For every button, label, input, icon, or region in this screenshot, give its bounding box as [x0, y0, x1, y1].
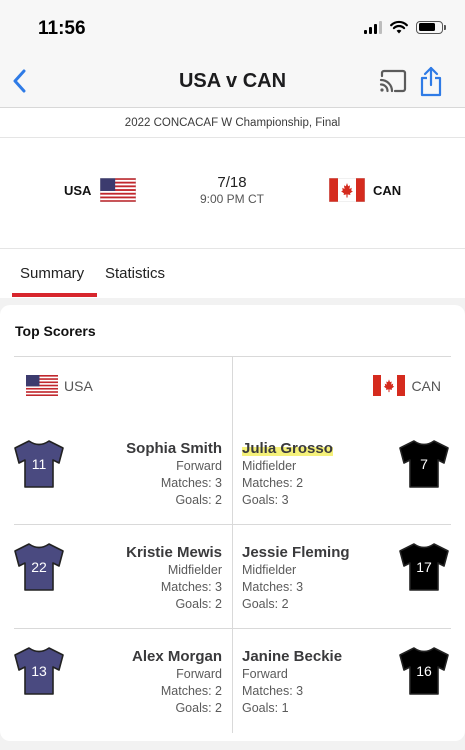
status-icons: [364, 20, 446, 34]
jersey-icon: 22: [13, 542, 65, 592]
home-team-header: USA: [26, 375, 93, 396]
competition-name: 2022 CONCACAF W Championship, Final: [0, 108, 465, 138]
active-tab-indicator: [12, 293, 97, 297]
cellular-signal-icon: [364, 20, 382, 34]
status-time: 11:56: [38, 18, 86, 39]
tab-summary[interactable]: Summary: [20, 265, 84, 282]
us-flag-icon: [100, 178, 136, 202]
player-name: Jessie Fleming: [242, 544, 350, 561]
us-flag-icon: [26, 375, 58, 396]
player-matches: Matches: 3: [160, 476, 222, 490]
cast-icon: [379, 69, 407, 93]
jersey-icon: 13: [13, 646, 65, 696]
player-goals: Goals: 2: [175, 701, 222, 715]
player-position: Midfielder: [242, 563, 297, 577]
player-card[interactable]: Jessie Fleming Midfielder Matches: 3 Goa…: [242, 544, 350, 613]
tab-bar: Summary Statistics: [0, 248, 465, 298]
player-goals: Goals: 2: [242, 597, 289, 611]
jersey-icon: 11: [13, 439, 65, 489]
player-card[interactable]: Alex Morgan Forward Matches: 2 Goals: 2: [132, 648, 222, 717]
player-name: Janine Beckie: [242, 648, 343, 665]
share-icon: [420, 66, 442, 97]
cast-button[interactable]: [378, 68, 408, 96]
away-team-name: CAN: [373, 183, 402, 198]
scorer-row: 11 Sophia Smith Forward Matches: 3 Goals…: [0, 421, 465, 525]
player-name: Alex Morgan: [131, 648, 222, 665]
canada-flag-icon: [329, 178, 365, 202]
player-goals: Goals: 2: [175, 597, 222, 611]
home-team-label: USA: [64, 377, 93, 394]
status-bar: 11:56: [0, 0, 465, 58]
share-button[interactable]: [418, 66, 444, 98]
match-time: 9:00 PM CT: [199, 192, 265, 206]
player-name: Julia Grosso: [242, 440, 333, 458]
navigation-bar: USA v CAN: [0, 58, 465, 108]
scorer-row: 22 Kristie Mewis Midfielder Matches: 3 G…: [0, 525, 465, 629]
away-team-header: CAN: [373, 375, 441, 396]
highlighted-name: Julia Grosso: [242, 440, 333, 457]
tab-statistics[interactable]: Statistics: [105, 265, 165, 282]
player-card[interactable]: Kristie Mewis Midfielder Matches: 3 Goal…: [126, 544, 222, 613]
top-scorers-title: Top Scorers: [15, 323, 96, 339]
match-date: 7/18: [217, 174, 247, 191]
match-header[interactable]: USA 7/18 9:00 PM CT CAN: [0, 138, 465, 248]
player-position: Forward: [176, 667, 222, 681]
canada-flag-icon: [373, 375, 406, 396]
wifi-icon: [390, 20, 408, 34]
scorer-row: 13 Alex Morgan Forward Matches: 2 Goals:…: [0, 629, 465, 733]
player-position: Forward: [176, 459, 222, 473]
jersey-icon: 17: [398, 542, 450, 592]
player-goals: Goals: 1: [242, 701, 289, 715]
player-position: Midfielder: [167, 563, 222, 577]
player-card[interactable]: Julia Grosso Midfielder Matches: 2 Goals…: [242, 440, 333, 509]
player-matches: Matches: 2: [160, 684, 222, 698]
jersey-icon: 16: [398, 646, 450, 696]
player-name: Kristie Mewis: [126, 544, 222, 561]
player-name: Sophia Smith: [126, 440, 222, 457]
home-team-name: USA: [64, 183, 92, 198]
player-matches: Matches: 3: [242, 684, 304, 698]
battery-icon: [416, 20, 446, 34]
jersey-icon: 7: [398, 439, 450, 489]
player-card[interactable]: Sophia Smith Forward Matches: 3 Goals: 2: [126, 440, 222, 509]
player-matches: Matches: 3: [160, 580, 222, 594]
away-team-label: CAN: [411, 377, 441, 394]
top-scorers-card: Top Scorers USA CAN 11 Sophia Smith Forw…: [0, 305, 465, 741]
player-goals: Goals: 3: [242, 493, 289, 507]
player-card[interactable]: Janine Beckie Forward Matches: 3 Goals: …: [242, 648, 342, 717]
player-goals: Goals: 2: [175, 493, 222, 507]
player-matches: Matches: 2: [242, 476, 304, 490]
player-position: Forward: [242, 667, 288, 681]
player-position: Midfielder: [242, 459, 297, 473]
player-matches: Matches: 3: [242, 580, 304, 594]
